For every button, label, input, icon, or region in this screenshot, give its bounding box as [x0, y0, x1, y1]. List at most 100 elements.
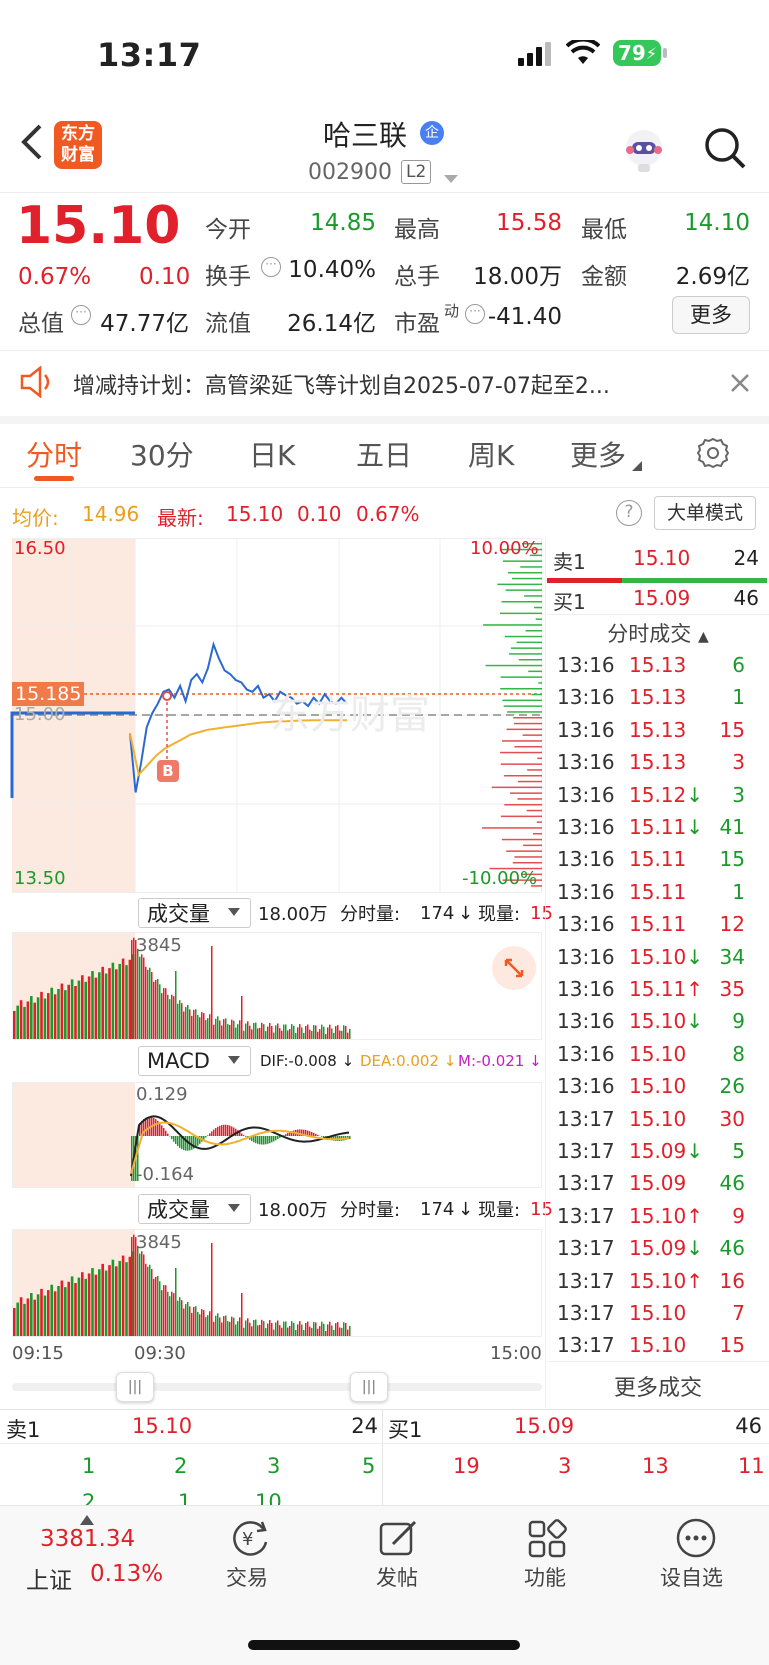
side-bar [491, 786, 542, 789]
tab-five-day[interactable]: 五日 [356, 434, 412, 474]
volume-bar [16, 1302, 19, 1336]
macd-selector[interactable]: MACD [138, 1046, 251, 1076]
volume-bar [307, 1024, 309, 1039]
volume-bar [47, 993, 50, 1039]
latest-label: 最新: [157, 506, 204, 530]
volume-chart[interactable] [12, 932, 542, 1040]
side-bar [500, 751, 542, 754]
app-logo: 东方 财富 [54, 121, 102, 169]
volume-bar [247, 1318, 249, 1336]
volume-bar [333, 1329, 335, 1336]
tick-price: 15.11 [629, 847, 687, 872]
macd-chart[interactable] [12, 1082, 542, 1188]
dropdown-icon[interactable] [444, 170, 458, 189]
volume-bar [50, 987, 53, 1039]
volume-bar [245, 1320, 247, 1336]
close-icon[interactable] [729, 372, 751, 398]
ticks-list[interactable]: 13:16 15.13 6 13:16 15.13 1 13:16 15.13 15 13:16 1… [547, 649, 769, 1361]
side-bar [506, 728, 542, 731]
index-pct[interactable]: 0.13% [90, 1561, 163, 1587]
info-dots-icon[interactable]: ··· [71, 305, 91, 325]
volume-bar [147, 969, 149, 1039]
speaker-icon [18, 365, 54, 402]
range-slider-track[interactable] [12, 1383, 542, 1391]
tab-daily-k[interactable]: 日K [249, 434, 295, 474]
more-trades-button[interactable]: 更多成交 [547, 1370, 769, 1402]
order-book: 卖1 15.10 24 买1 15.09 46 [547, 540, 769, 620]
tick-volume: 26 [719, 1074, 745, 1099]
settings-icon[interactable] [696, 436, 730, 474]
volume-chart-2[interactable] [12, 1229, 542, 1337]
trade-icon[interactable]: ¥ [228, 1516, 272, 1564]
volume-bar [295, 1032, 297, 1039]
side-bar [526, 809, 542, 812]
y-mid-label: 15.00 [14, 704, 66, 725]
last-price: 15.10 [16, 196, 181, 256]
volume-bar [285, 1024, 287, 1039]
volume-bar [149, 967, 151, 1039]
trade-button[interactable]: 交易 [226, 1562, 268, 1592]
info-dots-icon-2[interactable]: ··· [261, 257, 281, 277]
add-watchlist-button[interactable]: 设自选 [660, 1562, 723, 1592]
notice-text[interactable]: 增减持计划：高管梁延飞等计划自2025-07-07起至2... [73, 368, 698, 400]
volume-bar [125, 965, 128, 1039]
function-icon[interactable] [526, 1516, 570, 1564]
tick-row: 13:16 15.11 12 [547, 908, 757, 940]
stock-code: 002900 [308, 160, 392, 185]
tick-time: 13:16 [557, 879, 615, 904]
function-button[interactable]: 功能 [524, 1562, 566, 1592]
big-order-mode-button[interactable]: 大单模式 [654, 496, 756, 530]
volume-bar [121, 1255, 125, 1336]
tick-volume: 3 [732, 750, 745, 775]
volume-bar [217, 1016, 219, 1039]
tick-row: 13:16 15.10↓ 9 [547, 1005, 757, 1037]
buy-queue-3: 13 [642, 1454, 669, 1478]
range-slider-right-handle[interactable]: ||| [350, 1372, 388, 1402]
float-value: 26.14亿 [287, 311, 376, 337]
help-icon[interactable]: ? [616, 500, 642, 526]
back-icon[interactable] [18, 122, 44, 166]
robot-assistant-icon[interactable] [620, 126, 668, 178]
volume-bar [265, 1328, 267, 1336]
volume-bar [281, 1327, 283, 1336]
post-button[interactable]: 发帖 [376, 1562, 418, 1592]
volume-bar [74, 1283, 77, 1336]
tick-price: 15.10↑ [629, 1268, 704, 1293]
post-icon[interactable] [377, 1516, 421, 1564]
index-name[interactable]: 上证 [26, 1561, 72, 1595]
volume-selector[interactable]: 成交量 [138, 898, 251, 928]
range-slider-left-handle[interactable]: ||| [116, 1372, 154, 1402]
tab-timeshare[interactable]: 分时 [26, 434, 82, 474]
tick-volume-value-2: 174 [420, 1198, 455, 1220]
level-badge[interactable]: L2 [401, 160, 432, 184]
price-chart[interactable]: 东方财富 [10, 538, 542, 893]
volume-bar [118, 1260, 121, 1336]
volume-bar [263, 1024, 265, 1039]
x-label-open: 09:15 [12, 1343, 64, 1364]
volume-bar [173, 996, 175, 1039]
sell1-label: 卖1 [553, 550, 586, 574]
expand-icon[interactable] [492, 946, 536, 990]
pct-top-label: 10.00% [470, 538, 539, 559]
volume-bar [221, 1025, 223, 1039]
macd-bar [241, 1133, 243, 1136]
side-bar [512, 862, 542, 864]
tab-weekly-k[interactable]: 周K [468, 434, 514, 474]
macd-bar [147, 1116, 149, 1136]
volume-selector-2[interactable]: 成交量 [138, 1194, 251, 1224]
more-button[interactable]: 更多 [672, 296, 750, 334]
volume-bar [297, 1027, 299, 1039]
tab-more[interactable]: 更多 [570, 434, 626, 474]
volume-bar [323, 1026, 325, 1039]
ticks-header[interactable]: 分时成交 ▲ [547, 618, 769, 648]
volume-bar [26, 1298, 30, 1336]
add-watchlist-icon[interactable] [674, 1516, 718, 1564]
volume-bar [125, 1262, 128, 1336]
volume-bar [273, 1032, 275, 1039]
tick-row: 13:17 15.09↓ 5 [547, 1135, 757, 1167]
tab-30min[interactable]: 30分 [130, 434, 194, 474]
side-bar [520, 566, 542, 568]
index-value[interactable]: 3381.34 [40, 1526, 135, 1552]
volume-bar [153, 981, 155, 1039]
search-icon[interactable] [703, 126, 747, 174]
